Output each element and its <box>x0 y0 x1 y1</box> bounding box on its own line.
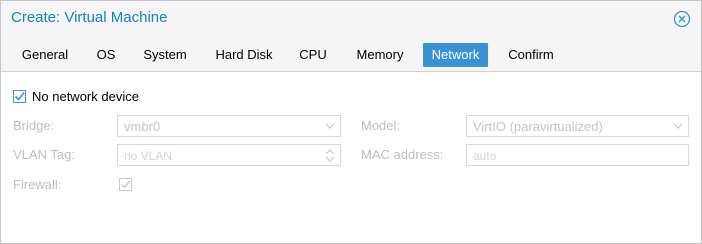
firewall-checkbox[interactable] <box>119 178 132 191</box>
tab-system[interactable]: System <box>134 43 196 67</box>
dialog-title: Create: Virtual Machine <box>11 9 168 26</box>
tab-confirm[interactable]: Confirm <box>498 43 564 67</box>
chevron-down-icon <box>673 123 683 129</box>
dialog-titlebar: Create: Virtual Machine <box>1 1 701 35</box>
bridge-value: vmbr0 <box>124 119 161 134</box>
tab-os[interactable]: OS <box>89 43 123 67</box>
vlan-spinner[interactable]: no VLAN <box>117 144 341 166</box>
tab-cpu[interactable]: CPU <box>292 43 334 67</box>
tab-network[interactable]: Network <box>423 43 488 67</box>
checkmark-icon <box>121 180 131 189</box>
checkmark-icon <box>14 92 25 101</box>
tab-general[interactable]: General <box>11 43 79 67</box>
bridge-select[interactable]: vmbr0 <box>117 115 341 137</box>
tab-memory[interactable]: Memory <box>346 43 414 67</box>
tab-hard-disk[interactable]: Hard Disk <box>206 43 282 67</box>
mac-placeholder: auto <box>473 149 497 163</box>
bridge-label: Bridge: <box>13 118 55 133</box>
no-network-label: No network device <box>32 89 139 104</box>
mac-label: MAC address: <box>361 147 444 162</box>
model-value: VirtIO (paravirtualized) <box>473 119 603 134</box>
no-network-checkbox[interactable] <box>13 90 26 103</box>
model-select[interactable]: VirtIO (paravirtualized) <box>466 115 689 137</box>
mac-address-input[interactable]: auto <box>466 144 689 166</box>
chevron-down-icon <box>325 123 335 129</box>
model-label: Model: <box>361 118 401 133</box>
network-panel: No network device Bridge: vmbr0 Model: V… <box>1 72 701 243</box>
vlan-label: VLAN Tag: <box>13 147 75 162</box>
vlan-placeholder: no VLAN <box>124 149 173 163</box>
close-icon[interactable] <box>673 10 691 28</box>
vm-create-dialog: Create: Virtual Machine General OS Syste… <box>0 0 702 244</box>
spinner-arrows-icon <box>325 149 335 162</box>
firewall-label: Firewall: <box>13 177 62 192</box>
wizard-tabbar: General OS System Hard Disk CPU Memory N… <box>1 35 701 72</box>
